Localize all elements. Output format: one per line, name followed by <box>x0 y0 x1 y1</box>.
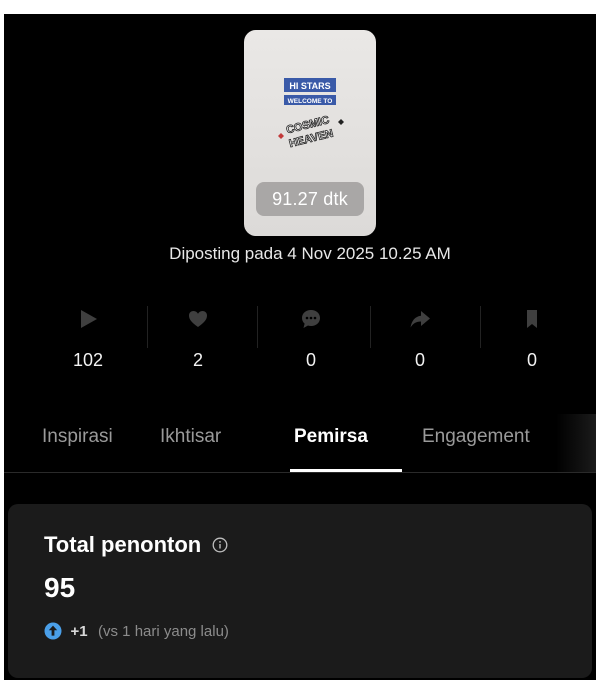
info-icon[interactable] <box>212 537 228 553</box>
stat-likes[interactable]: 2 <box>148 302 248 386</box>
views-count: 102 <box>72 350 104 370</box>
shares-count: 0 <box>414 350 425 370</box>
tabs-scroll-fade <box>556 414 596 472</box>
saves-count: 0 <box>526 350 537 370</box>
total-viewers-value: 95 <box>44 572 76 603</box>
share-icon <box>410 311 430 328</box>
tab-pemirsa[interactable]: Pemirsa <box>294 426 368 448</box>
comments-count: 0 <box>305 350 316 370</box>
thumbnail-logo: HI STARS WELCOME TO COSMIC HEAVEN <box>278 78 344 151</box>
video-thumbnail[interactable]: HI STARS WELCOME TO COSMIC HEAVEN 91.27 … <box>244 30 376 236</box>
comment-icon <box>302 310 320 328</box>
stat-shares[interactable]: 0 <box>370 302 470 386</box>
stat-views[interactable]: 102 <box>38 302 138 386</box>
svg-text:HI STARS: HI STARS <box>289 81 330 91</box>
stat-divider <box>480 306 481 348</box>
analytics-tabs: Inspirasi Ikhtisar Pemirsa Engagement <box>4 414 596 472</box>
tab-inspirasi[interactable]: Inspirasi <box>42 426 113 448</box>
total-viewers-card: Total penonton 95 +1 (vs 1 hari yang lal… <box>8 504 592 678</box>
video-analytics-screen: HI STARS WELCOME TO COSMIC HEAVEN 91.27 … <box>4 14 596 680</box>
tab-ikhtisar[interactable]: Ikhtisar <box>160 426 221 448</box>
likes-count: 2 <box>192 350 203 370</box>
card-title: Total penonton <box>44 532 202 557</box>
stats-row: 102 2 0 0 0 <box>4 302 596 386</box>
svg-text:WELCOME TO: WELCOME TO <box>288 98 333 105</box>
posted-date: Diposting pada 4 Nov 2025 10.25 AM <box>169 244 451 263</box>
stat-divider <box>257 306 258 348</box>
card-header: Total penonton <box>44 532 228 562</box>
delta-value: +1 <box>70 622 88 640</box>
bookmark-icon <box>527 310 537 328</box>
delta-comparison: (vs 1 hari yang lalu) <box>98 622 229 640</box>
duration-badge: 91.27 dtk <box>256 182 364 216</box>
tab-engagement[interactable]: Engagement <box>422 426 530 448</box>
stat-comments[interactable]: 0 <box>261 302 361 386</box>
play-icon <box>81 310 97 328</box>
heart-icon <box>189 311 207 327</box>
arrow-up-circle-icon <box>44 622 62 640</box>
stat-saves[interactable]: 0 <box>482 302 582 386</box>
tabs-divider <box>4 472 596 473</box>
delta-row: +1 (vs 1 hari yang lalu) <box>44 622 229 642</box>
